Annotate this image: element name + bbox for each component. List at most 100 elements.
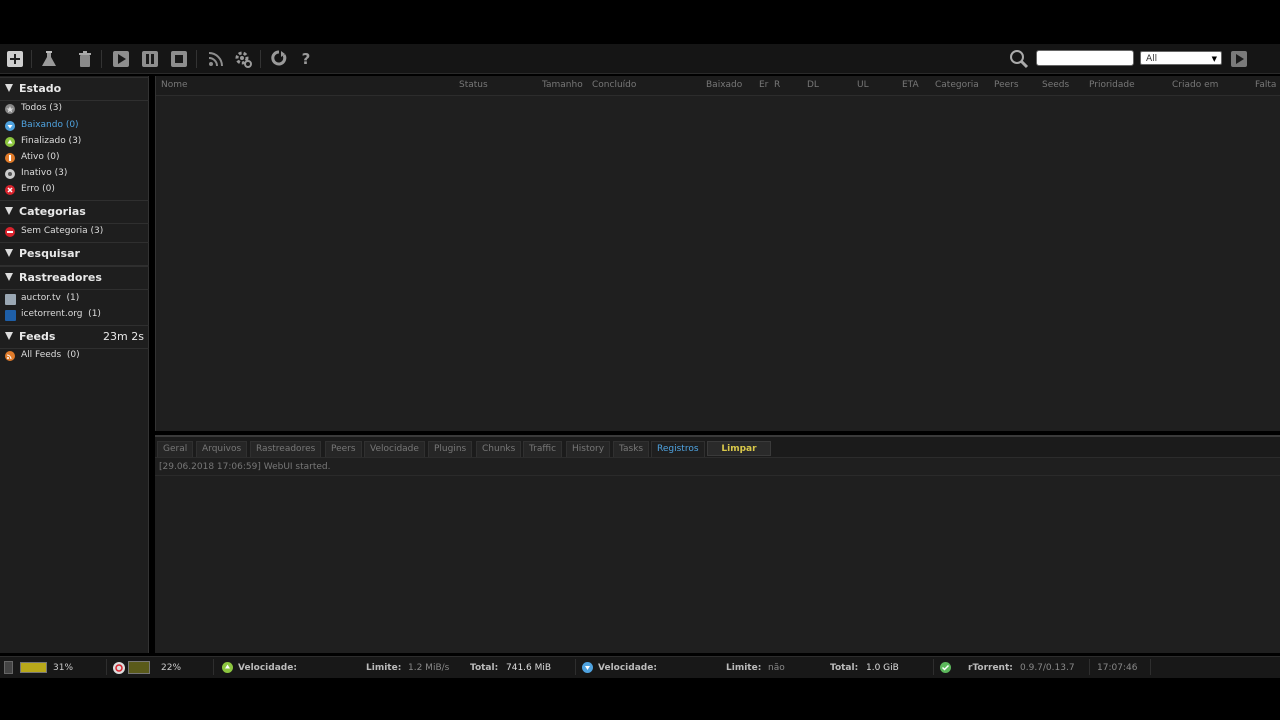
column-header-eta[interactable]: ETA — [902, 80, 919, 90]
collapse-triangle-icon — [5, 84, 13, 92]
tab-traffic[interactable]: Traffic — [523, 441, 563, 457]
cpu-graph — [128, 661, 150, 674]
start-icon[interactable] — [110, 48, 132, 70]
search-input[interactable] — [1036, 50, 1134, 66]
help-icon[interactable]: ? — [295, 48, 317, 70]
upload-limit-label: Limite: — [366, 663, 402, 673]
chevron-down-icon: ▼ — [1211, 55, 1217, 63]
error-icon — [5, 185, 15, 195]
upload-speed-icon — [222, 662, 233, 673]
feeds-timer: 23m 2s — [103, 330, 144, 343]
no-category-icon — [5, 227, 15, 237]
upload-speed-label: Velocidade: — [238, 663, 297, 673]
tab-registros[interactable]: Registros — [651, 441, 705, 457]
column-header-seeds[interactable]: Seeds — [1042, 80, 1069, 90]
column-header-falta[interactable]: Falta — [1255, 80, 1276, 90]
rss-icon[interactable] — [205, 48, 227, 70]
tab-peers[interactable]: Peers — [325, 441, 362, 457]
column-header-nome[interactable]: Nome — [161, 80, 188, 90]
upload-total-value: 741.6 MiB — [506, 663, 552, 673]
column-header-dl[interactable]: DL — [807, 80, 819, 90]
download-speed-icon — [582, 662, 593, 673]
torrent-list-header: Nome Status Tamanho Concluído Baixado Er… — [156, 76, 1280, 96]
column-header-concluido[interactable]: Concluído — [592, 80, 636, 90]
search-icon[interactable] — [1008, 48, 1030, 70]
search-go-icon[interactable] — [1228, 48, 1250, 70]
column-header-r[interactable]: R — [774, 80, 780, 90]
column-header-baixado[interactable]: Baixado — [706, 80, 742, 90]
stop-icon[interactable] — [168, 48, 190, 70]
client-label: rTorrent: — [968, 663, 1013, 673]
delete-icon[interactable] — [74, 48, 96, 70]
create-torrent-icon[interactable] — [38, 48, 60, 70]
sidebar-item-tracker-icetorrent[interactable]: icetorrent.org (1) — [0, 307, 149, 323]
log-entry: [29.06.2018 17:06:59] WebUI started. — [155, 460, 1280, 476]
sidebar-item-inativo[interactable]: Inativo (3) — [0, 166, 149, 182]
active-icon — [5, 153, 15, 163]
tab-rastreadores[interactable]: Rastreadores — [250, 441, 322, 457]
disk-percent: 31% — [53, 663, 74, 673]
disk-icon — [4, 661, 13, 674]
column-header-er[interactable]: Er — [759, 80, 768, 90]
search-filter-value: All — [1146, 54, 1158, 64]
download-total-label: Total: — [830, 663, 859, 673]
cpu-gauge-icon — [113, 662, 125, 674]
client-status-check-icon — [940, 662, 951, 673]
tab-velocidade[interactable]: Velocidade — [364, 441, 425, 457]
tab-geral[interactable]: Geral — [157, 441, 194, 457]
sidebar-section-estado[interactable]: Estado — [0, 77, 149, 101]
column-header-categoria[interactable]: Categoria — [935, 80, 979, 90]
clear-log-button[interactable]: Limpar — [707, 441, 771, 456]
sidebar-item-erro[interactable]: Erro (0) — [0, 182, 149, 198]
collapse-triangle-icon — [5, 273, 13, 281]
inactive-icon — [5, 169, 15, 179]
download-limit-label: Limite: — [726, 663, 762, 673]
sidebar-item-tracker-auctor[interactable]: auctor.tv (1) — [0, 291, 149, 307]
upload-total-label: Total: — [470, 663, 499, 673]
toolbar: ? All ▼ — [0, 44, 1280, 74]
sidebar-section-categorias[interactable]: Categorias — [0, 200, 149, 224]
sidebar-item-ativo[interactable]: Ativo (0) — [0, 150, 149, 166]
sidebar: Estado Todos (3) Baixando (0) Finalizado… — [0, 76, 149, 653]
column-header-ul[interactable]: UL — [857, 80, 869, 90]
tracker-favicon-icon — [5, 310, 16, 321]
tab-tasks[interactable]: Tasks — [613, 441, 650, 457]
tab-history[interactable]: History — [566, 441, 611, 457]
sidebar-item-finalizado[interactable]: Finalizado (3) — [0, 134, 149, 150]
download-limit-value[interactable]: não — [768, 663, 785, 673]
column-header-prioridade[interactable]: Prioridade — [1089, 80, 1135, 90]
tab-chunks[interactable]: Chunks — [476, 441, 522, 457]
tab-arquivos[interactable]: Arquivos — [196, 441, 248, 457]
sidebar-section-feeds[interactable]: Feeds 23m 2s — [0, 325, 149, 349]
downloading-icon — [5, 121, 15, 131]
pause-icon[interactable] — [139, 48, 161, 70]
search-filter-select[interactable]: All ▼ — [1140, 51, 1222, 65]
details-tabbar: Geral Arquivos Rastreadores Peers Veloci… — [155, 437, 1280, 458]
client-version: 0.9.7/0.13.7 — [1020, 663, 1075, 673]
sidebar-section-rastreadores[interactable]: Rastreadores — [0, 266, 149, 290]
upload-limit-value[interactable]: 1.2 MiB/s — [408, 663, 449, 673]
tracker-favicon-icon — [5, 294, 16, 305]
collapse-triangle-icon — [5, 207, 13, 215]
column-header-tamanho[interactable]: Tamanho — [542, 80, 583, 90]
column-header-status[interactable]: Status — [459, 80, 488, 90]
sidebar-item-todos[interactable]: Todos (3) — [0, 101, 149, 117]
tab-plugins[interactable]: Plugins — [428, 441, 473, 457]
collapse-triangle-icon — [5, 249, 13, 257]
sidebar-section-pesquisar[interactable]: Pesquisar — [0, 242, 149, 266]
download-speed-label: Velocidade: — [598, 663, 657, 673]
settings-icon[interactable] — [232, 48, 254, 70]
sidebar-item-baixando[interactable]: Baixando (0) — [0, 118, 149, 134]
all-status-icon — [5, 104, 15, 114]
rss-feed-icon — [5, 351, 15, 361]
plugins-icon[interactable] — [268, 48, 290, 70]
column-header-peers[interactable]: Peers — [994, 80, 1019, 90]
clock: 17:07:46 — [1097, 663, 1138, 673]
column-header-criado-em[interactable]: Criado em — [1172, 80, 1218, 90]
torrent-list[interactable]: Nome Status Tamanho Concluído Baixado Er… — [155, 76, 1280, 431]
statusbar: 31% 22% Velocidade: Limite: 1.2 MiB/s To… — [0, 656, 1280, 678]
disk-usage-bar — [20, 662, 47, 673]
add-torrent-icon[interactable] — [4, 48, 26, 70]
sidebar-item-sem-categoria[interactable]: Sem Categoria (3) — [0, 224, 149, 240]
sidebar-item-all-feeds[interactable]: All Feeds (0) — [0, 348, 149, 364]
